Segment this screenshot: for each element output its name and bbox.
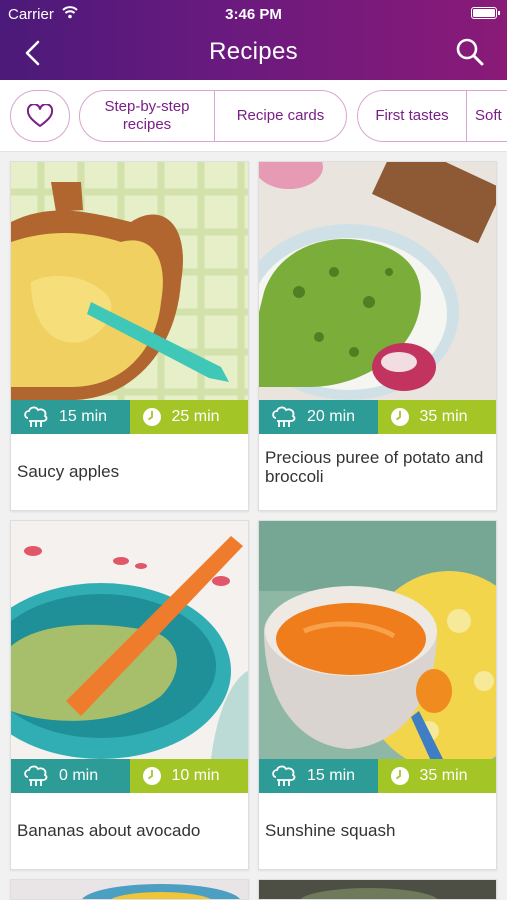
cook-time: 35 min bbox=[419, 408, 468, 425]
recipe-photo-saucy-apples bbox=[11, 162, 248, 400]
tab-first-tastes[interactable]: First tastes bbox=[358, 91, 466, 141]
tab-soft[interactable]: Soft bbox=[466, 91, 507, 141]
navigation-bar: Recipes bbox=[0, 28, 507, 80]
prep-time: 15 min bbox=[59, 408, 108, 425]
recipe-card[interactable]: 15 min 35 min Sunshine squash bbox=[258, 520, 497, 870]
recipe-card-partial[interactable] bbox=[258, 879, 497, 900]
cook-time: 10 min bbox=[171, 767, 220, 784]
prep-time: 0 min bbox=[59, 767, 99, 784]
clock-icon bbox=[390, 408, 409, 426]
recipe-card[interactable]: 20 min 35 min Precious puree of potato a… bbox=[258, 161, 497, 511]
status-time: 3:46 PM bbox=[225, 6, 282, 23]
prep-time: 15 min bbox=[307, 767, 356, 784]
search-icon[interactable] bbox=[455, 36, 485, 68]
recipe-type-segmented-control: Step-by-step recipes Recipe cards bbox=[79, 90, 347, 142]
recipe-title: Bananas about avocado bbox=[17, 821, 201, 840]
recipe-photo-bananas-avocado bbox=[11, 521, 248, 759]
prep-time-icon bbox=[24, 765, 48, 786]
tab-step-by-step-recipes[interactable]: Step-by-step recipes bbox=[80, 91, 214, 141]
recipe-times: 0 min 10 min bbox=[11, 759, 248, 793]
cook-time: 25 min bbox=[171, 408, 220, 425]
status-bar: Carrier 3:46 PM bbox=[0, 0, 507, 28]
header-bar: Carrier 3:46 PM Recipes bbox=[0, 0, 507, 80]
prep-time: 20 min bbox=[307, 408, 356, 425]
favorites-button[interactable] bbox=[10, 90, 70, 142]
battery-icon bbox=[471, 7, 500, 19]
recipe-photo-sunshine-squash bbox=[259, 521, 496, 759]
prep-time-icon bbox=[24, 406, 48, 427]
recipe-photo-potato-broccoli bbox=[259, 162, 496, 400]
cook-time: 35 min bbox=[419, 767, 468, 784]
recipe-photo-partial bbox=[11, 880, 248, 899]
recipe-card[interactable]: 15 min 25 min Saucy apples bbox=[10, 161, 249, 511]
clock-icon bbox=[142, 408, 161, 426]
recipe-times: 20 min 35 min bbox=[259, 400, 496, 434]
heart-icon bbox=[26, 104, 54, 127]
recipe-times: 15 min 35 min bbox=[259, 759, 496, 793]
tab-recipe-cards[interactable]: Recipe cards bbox=[214, 91, 346, 141]
recipe-card[interactable]: 0 min 10 min Bananas about avocado bbox=[10, 520, 249, 870]
recipe-title: Precious puree of potato and broccoli bbox=[265, 448, 484, 486]
recipe-title: Sunshine squash bbox=[265, 821, 396, 840]
prep-time-icon bbox=[272, 765, 296, 786]
recipe-card-partial[interactable] bbox=[10, 879, 249, 900]
clock-icon bbox=[390, 767, 409, 785]
recipe-photo-partial bbox=[259, 880, 496, 899]
stage-segmented-control: First tastes Soft bbox=[357, 90, 507, 142]
filter-bar: Step-by-step recipes Recipe cards First … bbox=[0, 80, 507, 152]
recipe-title: Saucy apples bbox=[17, 462, 120, 481]
page-title: Recipes bbox=[209, 38, 298, 65]
clock-icon bbox=[142, 767, 161, 785]
prep-time-icon bbox=[272, 406, 296, 427]
recipe-times: 15 min 25 min bbox=[11, 400, 248, 434]
